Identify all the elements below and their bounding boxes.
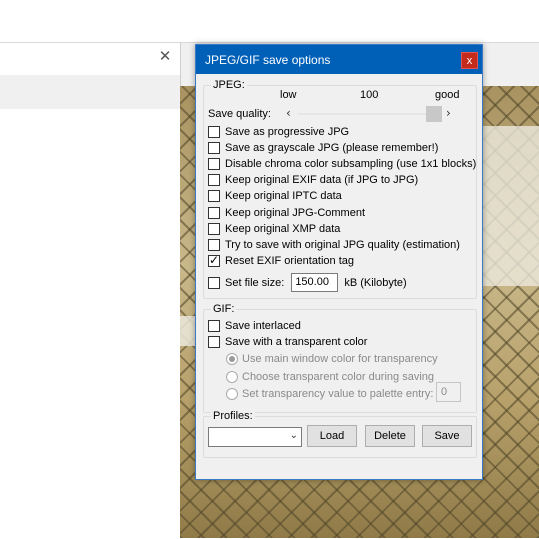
quality-scale-high: good [435, 89, 460, 101]
save-button[interactable]: Save [422, 425, 472, 447]
option-checkbox[interactable] [208, 239, 220, 251]
file-size-unit: kB (Kilobyte) [344, 276, 407, 289]
option-label: Save interlaced [225, 320, 301, 332]
option-disable-chroma-subsampling[interactable]: Disable chroma color subsampling (use 1x… [208, 156, 476, 172]
profiles-group-legend: Profiles: [211, 410, 255, 422]
option-checkbox[interactable] [208, 142, 220, 154]
option-keep-jpg-comment[interactable]: Keep original JPG-Comment [208, 205, 365, 221]
radio-button[interactable] [226, 353, 238, 365]
option-keep-xmp[interactable]: Keep original XMP data [208, 221, 340, 237]
save-options-dialog: JPEG/GIF save options x JPEG: low 100 go… [195, 44, 483, 480]
set-file-size-checkbox[interactable] [208, 276, 220, 289]
option-checkbox[interactable] [208, 190, 220, 202]
option-label: Try to save with original JPG quality (e… [225, 239, 460, 251]
close-button[interactable]: x [461, 52, 478, 69]
background-window-top [0, 0, 539, 42]
option-checkbox[interactable] [208, 223, 220, 235]
radio-button[interactable] [226, 388, 238, 400]
chevron-right-icon[interactable]: › [446, 106, 451, 121]
quality-slider-thumb[interactable] [426, 106, 442, 122]
chevron-down-icon[interactable]: ⌄ [290, 430, 298, 441]
option-checkbox[interactable] [208, 320, 220, 332]
background-left-panel [0, 42, 180, 539]
dialog-title: JPEG/GIF save options [205, 53, 331, 67]
radio-main-window-color[interactable]: Use main window color for transparency [226, 351, 438, 367]
option-progressive-jpg[interactable]: Save as progressive JPG [208, 124, 349, 140]
option-set-file-size[interactable]: Set file size: 150.00 kB (Kilobyte) [208, 272, 407, 293]
quality-slider[interactable]: ‹ › [284, 106, 456, 122]
option-label: Reset EXIF orientation tag [225, 255, 355, 267]
option-label: Save with a transparent color [225, 336, 368, 348]
set-file-size-label: Set file size: [225, 276, 285, 289]
chevron-left-icon[interactable]: ‹ [286, 106, 291, 121]
option-label: Keep original JPG-Comment [225, 207, 366, 219]
quality-scale-low: low [280, 89, 297, 101]
save-quality-label: Save quality: [208, 108, 271, 120]
option-label: Save as progressive JPG [225, 126, 350, 138]
option-label: Save as grayscale JPG (please remember!) [225, 142, 439, 154]
option-checkbox[interactable] [208, 174, 220, 186]
option-checkbox[interactable] [208, 126, 220, 138]
option-checkbox[interactable] [208, 207, 220, 219]
radio-label: Set transparency value to palette entry: [242, 388, 434, 400]
image-light-area [480, 126, 539, 286]
load-button[interactable]: Load [307, 425, 357, 447]
option-transparent-color[interactable]: Save with a transparent color [208, 334, 367, 350]
option-keep-iptc[interactable]: Keep original IPTC data [208, 188, 342, 204]
file-size-input[interactable]: 150.00 [291, 273, 339, 292]
gif-group-legend: GIF: [211, 303, 237, 315]
option-save-interlaced[interactable]: Save interlaced [208, 318, 301, 334]
quality-slider-track[interactable] [298, 113, 438, 115]
option-original-quality[interactable]: Try to save with original JPG quality (e… [208, 237, 460, 253]
jpeg-group-legend: JPEG: [211, 79, 247, 91]
dialog-titlebar[interactable]: JPEG/GIF save options x [196, 45, 482, 74]
option-checkbox[interactable] [208, 253, 220, 267]
radio-label: Use main window color for transparency [242, 353, 438, 365]
option-label: Keep original XMP data [225, 223, 341, 235]
profiles-dropdown[interactable]: ⌄ [208, 427, 302, 447]
radio-button[interactable] [226, 371, 238, 383]
option-keep-exif[interactable]: Keep original EXIF data (if JPG to JPG) [208, 172, 418, 188]
option-label: Keep original EXIF data (if JPG to JPG) [225, 174, 419, 186]
delete-button[interactable]: Delete [365, 425, 415, 447]
quality-scale-mid: 100 [360, 89, 379, 101]
radio-label: Choose transparent color during saving [242, 371, 435, 383]
palette-entry-input[interactable]: 0 [436, 382, 461, 402]
background-panel-strip [0, 75, 180, 109]
background-close-icon[interactable]: ✕ [158, 49, 172, 64]
option-checkbox[interactable] [208, 336, 220, 348]
radio-palette-entry[interactable]: Set transparency value to palette entry: [226, 386, 433, 402]
option-label: Keep original IPTC data [225, 190, 342, 202]
image-light-area-left [180, 316, 196, 346]
option-label: Disable chroma color subsampling (use 1x… [225, 158, 477, 170]
option-grayscale-jpg[interactable]: Save as grayscale JPG (please remember!) [208, 140, 438, 156]
radio-choose-during-saving[interactable]: Choose transparent color during saving [226, 369, 434, 385]
option-reset-exif-orientation[interactable]: Reset EXIF orientation tag [208, 253, 354, 269]
option-checkbox[interactable] [208, 158, 220, 170]
